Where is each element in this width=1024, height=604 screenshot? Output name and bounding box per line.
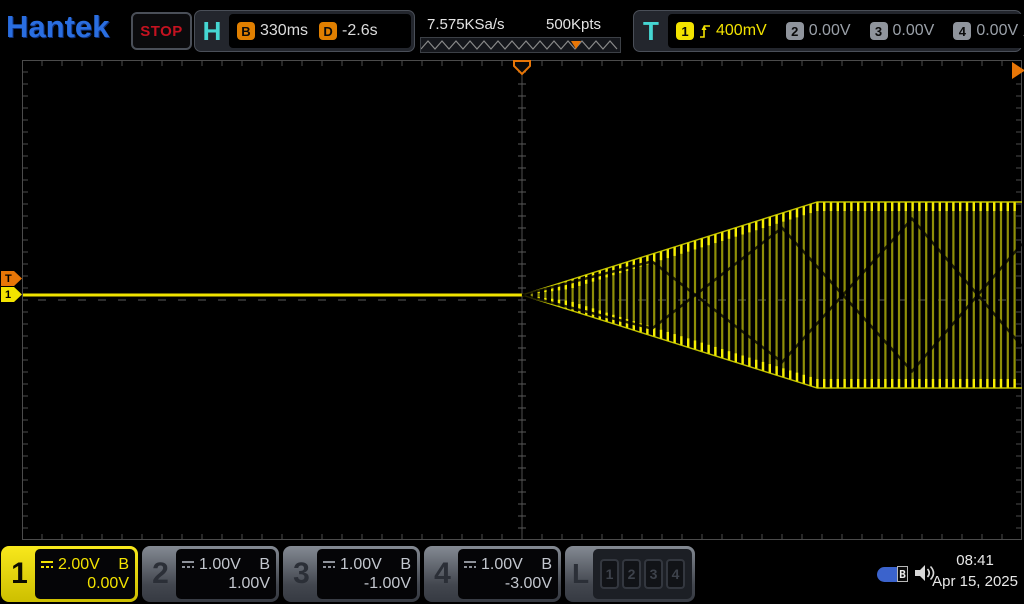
delay-badge: D: [319, 22, 337, 40]
channel-4-panel[interactable]: 4 1.00V B -3.00V: [424, 546, 561, 602]
channel-1-panel[interactable]: 1 2.00V B 0.00V: [1, 546, 138, 602]
channel-1-position-marker[interactable]: 1: [1, 287, 22, 302]
trigger-panel-label: T: [634, 16, 668, 47]
channel-3-bandwidth: B: [400, 556, 411, 574]
logic-digit-2: 2: [622, 559, 641, 589]
trigger-level-marker-label: T: [5, 273, 12, 285]
logic-digit-group: 1 2 3 4: [593, 549, 692, 599]
channel-4-number: 4: [427, 549, 458, 599]
trigger-ch4-badge: 4: [953, 22, 971, 40]
trigger-position-icon[interactable]: [514, 61, 530, 74]
trigger-ch2-level: 0.00V: [809, 22, 851, 40]
hantek-logo: Hantek: [6, 9, 109, 45]
usb-drive-letter: B: [897, 566, 908, 582]
channel-3-offset: -1.00V: [322, 575, 411, 593]
preview-position-marker[interactable]: [571, 41, 581, 49]
logic-digit-4: 4: [666, 559, 685, 589]
channel-2-scale: 1.00V: [199, 556, 241, 574]
trigger-level-marker[interactable]: T: [1, 271, 22, 286]
channel-4-scale: 1.00V: [481, 556, 523, 574]
waveform-preview-icon: [421, 38, 620, 52]
usb-drive-icon: [877, 567, 898, 582]
logic-digit-3: 3: [644, 559, 663, 589]
trigger-panel[interactable]: T 1 400mV 2 0.00V 3 0.00V 4 0.00V A: [633, 10, 1022, 52]
dc-coupling-icon: [181, 559, 196, 570]
trigger-ch3-level: 0.00V: [893, 22, 935, 40]
channel-1-scale: 2.00V: [58, 556, 100, 574]
horizontal-readout: B 330ms D -2.6s: [229, 14, 411, 48]
logic-channels-panel[interactable]: L 1 2 3 4: [565, 546, 695, 602]
channel-3-scale: 1.00V: [340, 556, 382, 574]
rising-edge-icon: [699, 23, 711, 40]
channel-1-number: 1: [4, 549, 35, 599]
channel-2-panel[interactable]: 2 1.00V B 1.00V: [142, 546, 279, 602]
horizontal-panel[interactable]: H B 330ms D -2.6s: [194, 10, 415, 52]
timebase-badge: B: [237, 22, 255, 40]
dc-coupling-icon: [40, 559, 55, 570]
delay-value: -2.6s: [342, 22, 378, 40]
trigger-readout: 1 400mV 2 0.00V 3 0.00V 4 0.00V A: [668, 14, 1024, 48]
channel-1-position-marker-label: 1: [5, 289, 11, 301]
graticule: [22, 60, 1022, 540]
channel-2-bandwidth: B: [259, 556, 270, 574]
dc-coupling-icon: [463, 559, 478, 570]
channel-4-offset: -3.00V: [463, 575, 552, 593]
run-state-label: STOP: [140, 23, 183, 40]
channel-3-panel[interactable]: 3 1.00V B -1.00V: [283, 546, 420, 602]
trigger-level-value: 400mV: [716, 22, 767, 40]
channel-1-bandwidth: B: [118, 556, 129, 574]
memory-depth: 500Kpts: [546, 16, 601, 33]
channel-2-number: 2: [145, 549, 176, 599]
right-edge-arrow-icon: [1012, 62, 1024, 79]
trigger-source-badge: 1: [676, 22, 694, 40]
logic-panel-label: L: [568, 549, 593, 599]
channel-1-offset: 0.00V: [40, 575, 129, 593]
logic-digit-1: 1: [600, 559, 619, 589]
channel-4-bandwidth: B: [541, 556, 552, 574]
channel-3-number: 3: [286, 549, 317, 599]
clock-date: Apr 15, 2025: [932, 571, 1018, 592]
channel-2-offset: 1.00V: [181, 575, 270, 593]
run-state-button[interactable]: STOP: [131, 12, 192, 50]
trigger-ch4-level: 0.00V: [976, 22, 1018, 40]
trigger-ch3-badge: 3: [870, 22, 888, 40]
waveform-preview-bar[interactable]: [420, 37, 621, 53]
dc-coupling-icon: [322, 559, 337, 570]
timebase-value: 330ms: [260, 22, 308, 40]
horizontal-panel-label: H: [195, 16, 229, 47]
clock-time: 08:41: [932, 550, 1018, 571]
trigger-ch2-badge: 2: [786, 22, 804, 40]
clock: 08:41 Apr 15, 2025: [932, 550, 1018, 592]
sample-rate: 7.575KSa/s: [427, 16, 505, 33]
